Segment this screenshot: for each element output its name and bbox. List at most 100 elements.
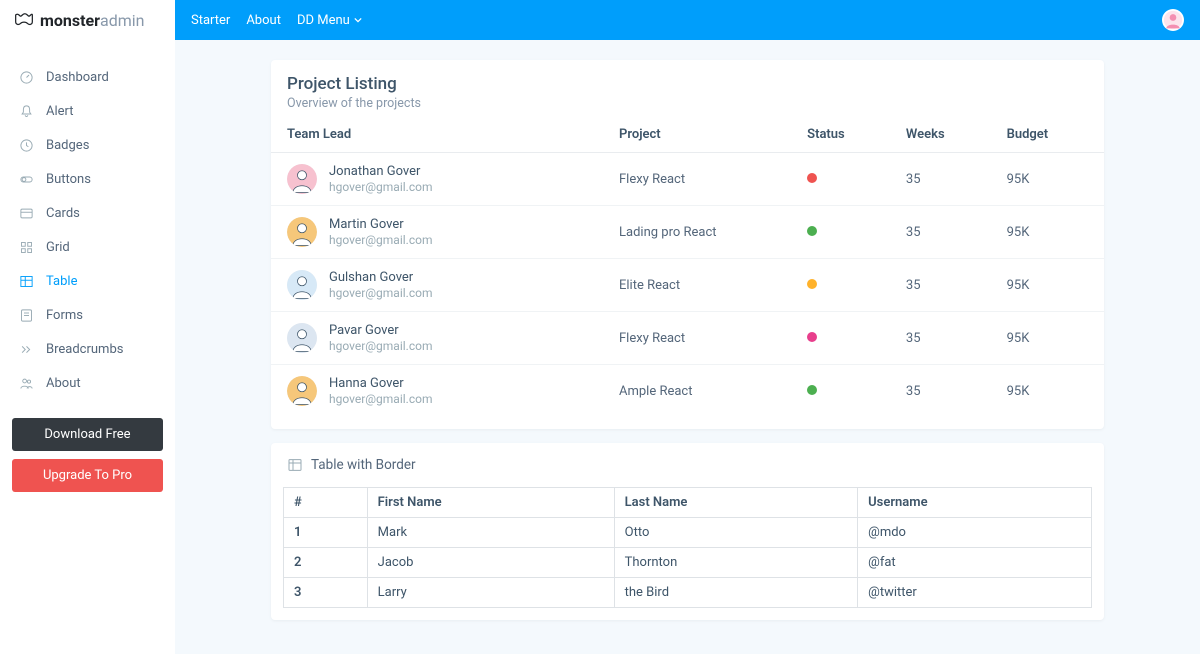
topnav-item-starter[interactable]: Starter xyxy=(191,13,230,28)
weeks-cell: 35 xyxy=(898,153,999,206)
first-name: Mark xyxy=(367,518,614,548)
weeks-cell: 35 xyxy=(898,365,999,418)
user-avatar[interactable] xyxy=(1162,9,1184,31)
username: @fat xyxy=(858,548,1092,578)
project-listing-title: Project Listing xyxy=(287,74,1088,94)
sidebar-item-buttons[interactable]: Buttons xyxy=(0,162,175,196)
sidebar-item-badges[interactable]: Badges xyxy=(0,128,175,162)
lead-email: hgover@gmail.com xyxy=(329,392,432,406)
status-cell xyxy=(799,153,898,206)
status-cell xyxy=(799,312,898,365)
download-free-button[interactable]: Download Free xyxy=(12,418,163,451)
lead-email: hgover@gmail.com xyxy=(329,233,432,247)
avatar xyxy=(287,376,317,406)
row-index: 2 xyxy=(284,548,368,578)
sidebar-item-label: Breadcrumbs xyxy=(46,342,123,357)
row-index: 3 xyxy=(284,578,368,608)
avatar xyxy=(287,270,317,300)
last-name: Thornton xyxy=(614,548,858,578)
project-col-weeks: Weeks xyxy=(898,117,999,153)
top-header: Starter About DD Menu xyxy=(175,0,1200,40)
status-cell xyxy=(799,206,898,259)
border-col-username: Username xyxy=(858,488,1092,518)
project-name: Ample React xyxy=(611,365,799,418)
topnav-item-about[interactable]: About xyxy=(246,13,281,28)
table-row: Hanna Goverhgover@gmail.com Ample React 35… xyxy=(271,365,1104,418)
table-row: 2JacobThornton@fat xyxy=(284,548,1092,578)
upgrade-pro-button[interactable]: Upgrade To Pro xyxy=(12,459,163,492)
sidebar-item-breadcrumbs[interactable]: Breadcrumbs xyxy=(0,332,175,366)
status-dot xyxy=(807,385,817,395)
sidebar-item-label: Cards xyxy=(46,206,80,221)
brand-bold: monster xyxy=(40,11,100,30)
sidebar-item-label: Forms xyxy=(46,308,83,323)
lead-name: Martin Gover xyxy=(329,217,432,233)
sidebar-item-label: Buttons xyxy=(46,172,91,187)
logo-mark-icon xyxy=(14,13,34,27)
budget-cell: 95K xyxy=(999,259,1104,312)
last-name: the Bird xyxy=(614,578,858,608)
table-with-border-title: Table with Border xyxy=(311,457,416,473)
bell-icon xyxy=(18,103,34,119)
bordered-table: #First NameLast NameUsername 1MarkOtto@m… xyxy=(283,487,1092,608)
border-col-last-name: Last Name xyxy=(614,488,858,518)
budget-cell: 95K xyxy=(999,153,1104,206)
table-row: Pavar Goverhgover@gmail.comFlexy React35… xyxy=(271,312,1104,365)
sidebar-item-label: Badges xyxy=(46,138,89,153)
table-row: Martin Goverhgover@gmail.com Lading pro R… xyxy=(271,206,1104,259)
last-name: Otto xyxy=(614,518,858,548)
sidebar-item-about[interactable]: About xyxy=(0,366,175,400)
breadcrumb-icon xyxy=(18,341,34,357)
table-row: Jonathan Goverhgover@gmail.com Flexy Reac… xyxy=(271,153,1104,206)
sidebar: Dashboard Alert Badges Buttons Cards Grid Tabl… xyxy=(0,40,175,622)
sidebar-item-alert[interactable]: Alert xyxy=(0,94,175,128)
lead-email: hgover@gmail.com xyxy=(329,286,432,300)
table-row: 3Larrythe Bird@twitter xyxy=(284,578,1092,608)
brand-logo[interactable]: monsteradmin xyxy=(0,0,175,40)
project-col-budget: Budget xyxy=(999,117,1104,153)
project-listing-card: Project Listing Overview of the projects… xyxy=(271,60,1104,429)
clock-icon xyxy=(18,137,34,153)
sidebar-item-label: Table xyxy=(46,274,77,289)
sidebar-item-table[interactable]: Table xyxy=(0,264,175,298)
project-col-status: Status xyxy=(799,117,898,153)
sidebar-item-label: Grid xyxy=(46,240,70,255)
border-col-first-name: First Name xyxy=(367,488,614,518)
table-row: 1MarkOtto@mdo xyxy=(284,518,1092,548)
people-icon xyxy=(18,375,34,391)
table-row: Gulshan Goverhgover@gmail.comElite React… xyxy=(271,259,1104,312)
row-index: 1 xyxy=(284,518,368,548)
topnav-item-dd-menu[interactable]: DD Menu xyxy=(297,13,362,28)
table-with-border-card: Table with Border #First NameLast NameUs… xyxy=(271,443,1104,620)
sidebar-item-forms[interactable]: Forms xyxy=(0,298,175,332)
avatar xyxy=(287,323,317,353)
budget-cell: 95K xyxy=(999,206,1104,259)
sidebar-item-grid[interactable]: Grid xyxy=(0,230,175,264)
budget-cell: 95K xyxy=(999,312,1104,365)
project-col-team-lead: Team Lead xyxy=(271,117,611,153)
status-cell xyxy=(799,259,898,312)
weeks-cell: 35 xyxy=(898,259,999,312)
status-cell xyxy=(799,365,898,418)
top-nav: Starter About DD Menu xyxy=(191,13,378,28)
form-icon xyxy=(18,307,34,323)
project-name: Flexy React xyxy=(611,153,799,206)
main-content: Project Listing Overview of the projects… xyxy=(175,0,1200,654)
status-dot xyxy=(807,226,817,236)
project-name: Lading pro React xyxy=(611,206,799,259)
lead-name: Jonathan Gover xyxy=(329,164,432,180)
lead-name: Hanna Gover xyxy=(329,376,432,392)
brand-thin: admin xyxy=(100,11,144,30)
table-icon xyxy=(287,457,303,473)
status-dot xyxy=(807,332,817,342)
grid-icon xyxy=(18,239,34,255)
border-col--: # xyxy=(284,488,368,518)
lead-name: Gulshan Gover xyxy=(329,270,432,286)
chevron-down-icon xyxy=(354,17,362,23)
sidebar-item-label: Alert xyxy=(46,104,74,119)
status-dot xyxy=(807,173,817,183)
toggle-icon xyxy=(18,171,34,187)
sidebar-item-dashboard[interactable]: Dashboard xyxy=(0,60,175,94)
sidebar-item-cards[interactable]: Cards xyxy=(0,196,175,230)
lead-email: hgover@gmail.com xyxy=(329,180,432,194)
